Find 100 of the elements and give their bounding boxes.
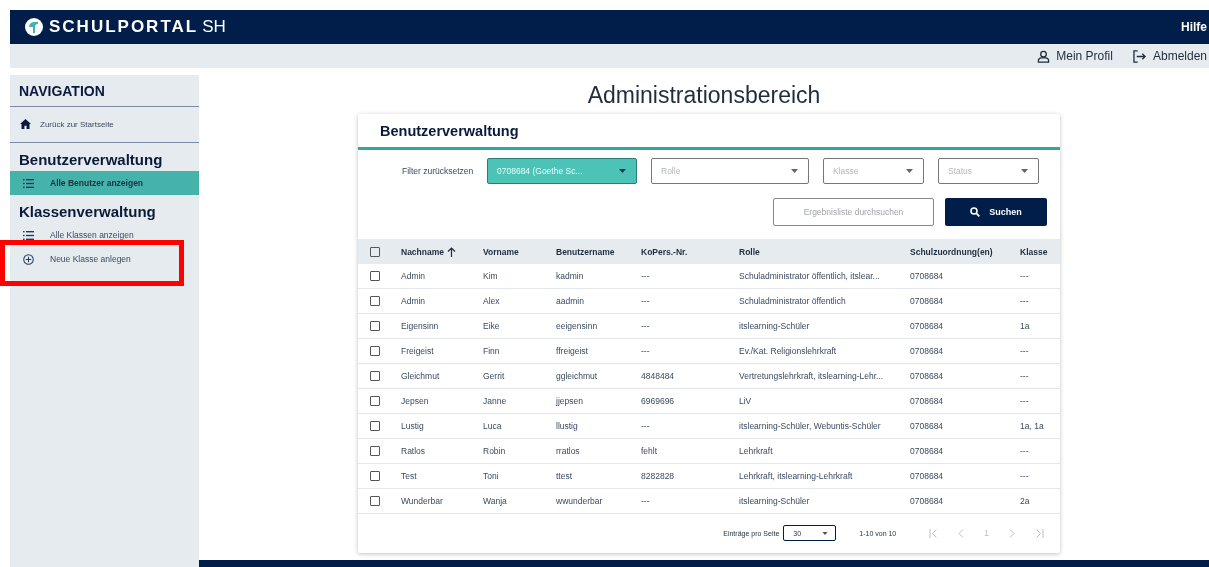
- table-cell: ---: [1020, 271, 1029, 281]
- table-cell: Admin: [401, 271, 426, 281]
- table-cell: Gerrit: [483, 371, 505, 381]
- table-cell: ---: [1020, 346, 1029, 356]
- column-header[interactable]: Vorname: [483, 246, 519, 257]
- row-checkbox[interactable]: [370, 471, 380, 481]
- table-cell: 0708684: [910, 471, 944, 481]
- plus-circle-icon: [23, 253, 34, 265]
- column-header[interactable]: Nachname: [401, 246, 456, 257]
- caret-icon: [1021, 169, 1028, 173]
- table-cell: Robin: [483, 446, 506, 456]
- table-cell: ---: [641, 496, 650, 506]
- search-button[interactable]: Suchen: [945, 198, 1047, 226]
- sort-arrow-icon: [447, 246, 456, 257]
- help-link[interactable]: Hilfe: [1181, 20, 1207, 34]
- row-checkbox[interactable]: [370, 446, 380, 456]
- table-cell: ---: [1020, 396, 1029, 406]
- row-checkbox[interactable]: [370, 421, 380, 431]
- table-cell: 0708684: [910, 271, 944, 281]
- table-cell: ttest: [556, 471, 573, 481]
- table-cell: Janne: [483, 396, 507, 406]
- table-cell: Admin: [401, 296, 426, 306]
- table-cell: jjepsen: [556, 396, 583, 406]
- table-cell: Toni: [483, 471, 499, 481]
- table-cell: aadmin: [556, 296, 584, 306]
- table-cell: Finn: [483, 346, 500, 356]
- user-icon: [1037, 49, 1051, 63]
- row-checkbox[interactable]: [370, 321, 380, 331]
- column-header[interactable]: Rolle: [739, 246, 760, 257]
- caret-icon: [906, 169, 913, 173]
- table-cell: Vertretungslehrkraft, itslearning-Lehr...: [739, 371, 884, 381]
- table-cell: Schuladministrator öffentlich, itslear...: [739, 271, 880, 281]
- table-cell: eeigensinn: [556, 321, 598, 331]
- row-checkbox[interactable]: [370, 346, 380, 356]
- table-cell: 0708684: [910, 396, 944, 406]
- navigation-title: NAVIGATION: [10, 75, 199, 107]
- column-header[interactable]: Benutzername: [556, 246, 615, 257]
- row-checkbox[interactable]: [370, 496, 380, 506]
- table-cell: kadmin: [556, 271, 584, 281]
- logout-icon: [1132, 49, 1147, 63]
- profile-link[interactable]: Mein Profil: [1037, 49, 1113, 63]
- table-cell: ---: [641, 321, 650, 331]
- brand-suffix: SH: [202, 17, 226, 37]
- table-cell: 0708684: [910, 296, 944, 306]
- reset-filters-link[interactable]: Filter zurücksetzen: [402, 166, 487, 176]
- table-cell: Test: [401, 471, 417, 481]
- table-cell: 0708684: [910, 321, 944, 331]
- table-cell: ---: [1020, 446, 1029, 456]
- table-cell: 1a: [1020, 321, 1030, 331]
- nav-item[interactable]: Neue Klasse anlegen: [10, 247, 199, 271]
- row-checkbox[interactable]: [370, 371, 380, 381]
- caret-icon: [822, 531, 829, 535]
- table-cell: 8282828: [641, 471, 675, 481]
- table-cell: LiV: [739, 396, 752, 406]
- table-cell: Wanja: [483, 496, 507, 506]
- row-checkbox[interactable]: [370, 396, 380, 406]
- table-cell: itslearning-Schüler: [739, 321, 810, 331]
- table-cell: ffreigeist: [556, 346, 588, 356]
- caret-icon: [619, 169, 626, 173]
- nav-item[interactable]: Alle Benutzer anzeigen: [10, 171, 199, 195]
- list-icon: [23, 178, 34, 188]
- search-icon: [970, 207, 981, 217]
- table-cell: ---: [1020, 371, 1029, 381]
- section-title: Benutzerverwaltung: [18, 150, 164, 170]
- table-cell: fehlt: [641, 446, 658, 456]
- nav-item[interactable]: Alle Klassen anzeigen: [10, 223, 199, 247]
- table-cell: Ev./Kat. Religionslehrkraft: [739, 346, 837, 356]
- table-cell: Luca: [483, 421, 502, 431]
- column-header[interactable]: Schulzuordnung(en): [910, 246, 993, 257]
- column-header[interactable]: Klasse: [1020, 246, 1048, 257]
- row-checkbox[interactable]: [370, 271, 380, 281]
- table-cell: Freigeist: [401, 346, 434, 356]
- logout-link[interactable]: Abmelden: [1132, 49, 1207, 63]
- table-cell: Eike: [483, 321, 500, 331]
- table-cell: ---: [1020, 471, 1029, 481]
- table-cell: wwunderbar: [556, 496, 603, 506]
- row-checkbox[interactable]: [370, 296, 380, 306]
- table-cell: 1a, 1a: [1020, 421, 1044, 431]
- list-icon: [23, 230, 34, 240]
- table-cell: Ratlos: [401, 446, 426, 456]
- table-cell: llustig: [556, 421, 578, 431]
- table-cell: 0708684: [910, 421, 944, 431]
- table-cell: Jepsen: [401, 396, 429, 406]
- select-all-checkbox[interactable]: [370, 246, 380, 257]
- column-header[interactable]: KoPers.-Nr.: [641, 246, 688, 257]
- table-cell: 0708684: [910, 371, 944, 381]
- search-field[interactable]: Ergebnisliste durchsuchen: [773, 198, 934, 226]
- logo-icon: [25, 18, 43, 36]
- table-cell: Kim: [483, 271, 498, 281]
- page-title: Administrationsbereich: [587, 82, 821, 109]
- table-cell: 6969696: [641, 396, 675, 406]
- table-cell: 0708684: [910, 346, 944, 356]
- table-cell: Wunderbar: [401, 496, 443, 506]
- card-title: Benutzerverwaltung: [358, 114, 1060, 150]
- home-link[interactable]: Zurück zur Startseite: [10, 107, 199, 143]
- table-cell: Lustig: [401, 421, 424, 431]
- table-cell: 0708684: [910, 496, 944, 506]
- table-cell: ---: [641, 346, 650, 356]
- table-cell: Gleichmut: [401, 371, 440, 381]
- table-cell: ---: [641, 421, 650, 431]
